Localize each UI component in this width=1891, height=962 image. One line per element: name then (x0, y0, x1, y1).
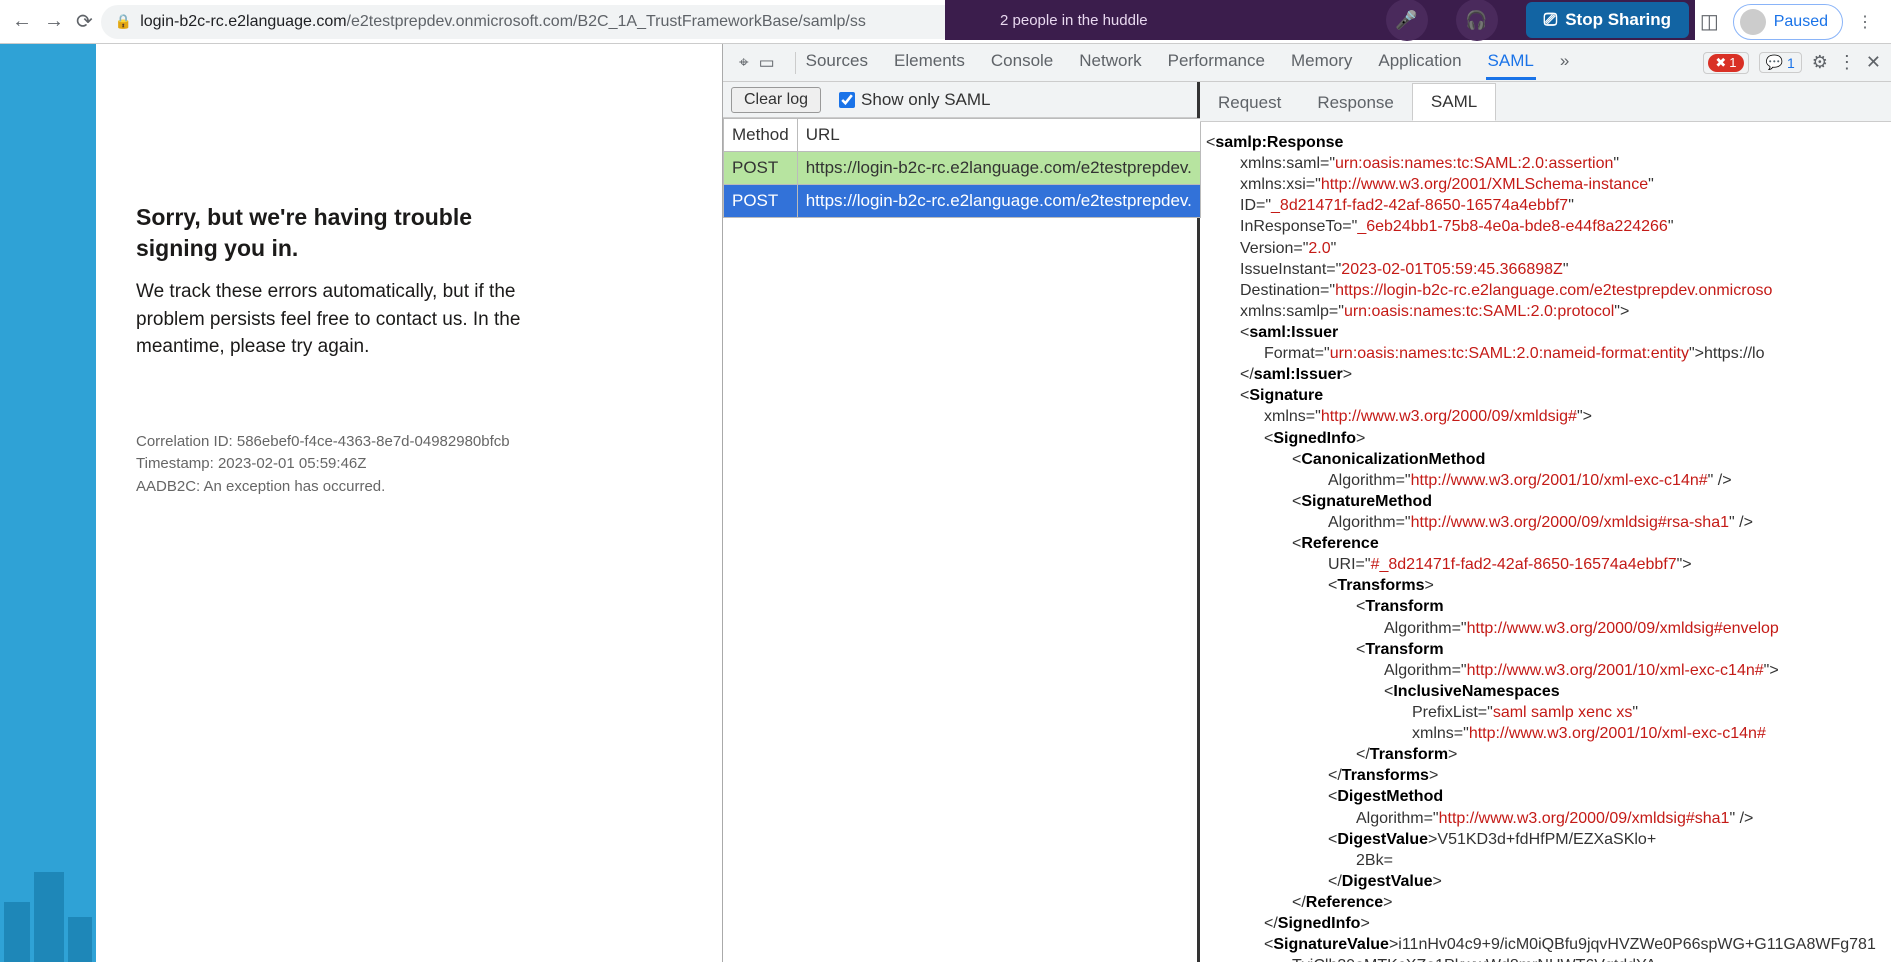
close-icon[interactable]: ✕ (1866, 52, 1881, 73)
inspect-icon[interactable]: ⌖ (739, 53, 749, 73)
back-icon[interactable]: ← (12, 10, 32, 33)
detail-tab-saml[interactable]: SAML (1412, 83, 1496, 121)
show-only-saml-input[interactable] (839, 92, 855, 108)
reload-icon[interactable]: ⟳ (76, 9, 93, 34)
headphones-icon[interactable]: 🎧 (1456, 0, 1498, 41)
detail-pane: Request Response SAML <samlp:Response xm… (1200, 82, 1891, 962)
error-page: Sorry, but we're having trouble signing … (0, 44, 722, 962)
clear-log-button[interactable]: Clear log (731, 87, 821, 113)
show-only-saml-label: Show only SAML (861, 90, 990, 110)
huddle-status: 2 people in the huddle (1000, 12, 1148, 29)
table-row[interactable]: POST https://login-b2c-rc.e2language.com… (724, 152, 1201, 185)
screen-icon: ⎚ (1544, 10, 1558, 30)
device-icon[interactable]: ▭ (759, 53, 775, 73)
more-icon[interactable]: ⋮ (1838, 52, 1856, 73)
stop-sharing-label: Stop Sharing (1565, 10, 1671, 30)
tab-network[interactable]: Network (1077, 45, 1143, 80)
correlation-id: Correlation ID: 586ebef0-f4ce-4363-8e7d-… (136, 431, 536, 454)
side-panel-icon[interactable]: ◫ (1700, 9, 1719, 34)
col-url[interactable]: URL (797, 119, 1200, 152)
profile-chip[interactable]: Paused (1733, 4, 1843, 40)
error-body: We track these errors automatically, but… (136, 278, 521, 361)
stop-sharing-button[interactable]: ⎚ Stop Sharing (1526, 2, 1689, 38)
kebab-icon[interactable]: ⋮ (1857, 12, 1873, 32)
timestamp: Timestamp: 2023-02-01 05:59:46Z (136, 453, 536, 476)
mic-icon[interactable]: 🎤 (1386, 0, 1428, 41)
tabs-overflow[interactable]: » (1558, 45, 1571, 80)
detail-tab-request[interactable]: Request (1200, 85, 1299, 121)
tab-saml[interactable]: SAML (1486, 45, 1536, 80)
lock-icon: 🔒 (115, 13, 132, 30)
forward-icon[interactable]: → (44, 10, 64, 33)
request-table: Method URL POST https://login-b2c-rc.e2l… (723, 118, 1201, 218)
table-row[interactable]: POST https://login-b2c-rc.e2language.com… (724, 185, 1201, 218)
gear-icon[interactable]: ⚙ (1812, 52, 1828, 73)
error-title: Sorry, but we're having trouble signing … (136, 202, 506, 264)
avatar-icon (1740, 9, 1766, 35)
request-list-pane: Clear log Show only SAML Method URL POST (723, 82, 1200, 962)
tab-elements[interactable]: Elements (892, 45, 967, 80)
tab-sources[interactable]: Sources (804, 45, 870, 80)
devtools-panel: ⌖ ▭ Sources Elements Console Network Per… (722, 44, 1891, 962)
tab-performance[interactable]: Performance (1166, 45, 1267, 80)
saml-xml-view[interactable]: <samlp:Response xmlns:saml="urn:oasis:na… (1200, 122, 1891, 962)
huddle-banner: 2 people in the huddle 🎤 🎧 ⎚ Stop Sharin… (945, 0, 1695, 40)
tab-application[interactable]: Application (1376, 45, 1463, 80)
tab-console[interactable]: Console (989, 45, 1055, 80)
buildings-icon (0, 842, 96, 962)
url-host: login-b2c-rc.e2language.com (140, 13, 346, 31)
message-count-badge[interactable]: 💬 1 (1759, 52, 1802, 73)
error-count-badge[interactable]: ✖ 1 (1703, 52, 1748, 74)
detail-tab-response[interactable]: Response (1299, 85, 1412, 121)
col-method[interactable]: Method (724, 119, 798, 152)
devtools-tabbar: ⌖ ▭ Sources Elements Console Network Per… (723, 44, 1891, 82)
error-code: AADB2C: An exception has occurred. (136, 476, 536, 499)
show-only-saml-checkbox[interactable]: Show only SAML (839, 90, 990, 110)
url-path: /e2testprepdev.onmicrosoft.com/B2C_1A_Tr… (347, 13, 866, 31)
tab-memory[interactable]: Memory (1289, 45, 1354, 80)
brand-stripe (0, 44, 96, 962)
paused-label: Paused (1774, 13, 1828, 31)
browser-toolbar: ← → ⟳ 🔒 login-b2c-rc.e2language.com/e2te… (0, 0, 1891, 44)
